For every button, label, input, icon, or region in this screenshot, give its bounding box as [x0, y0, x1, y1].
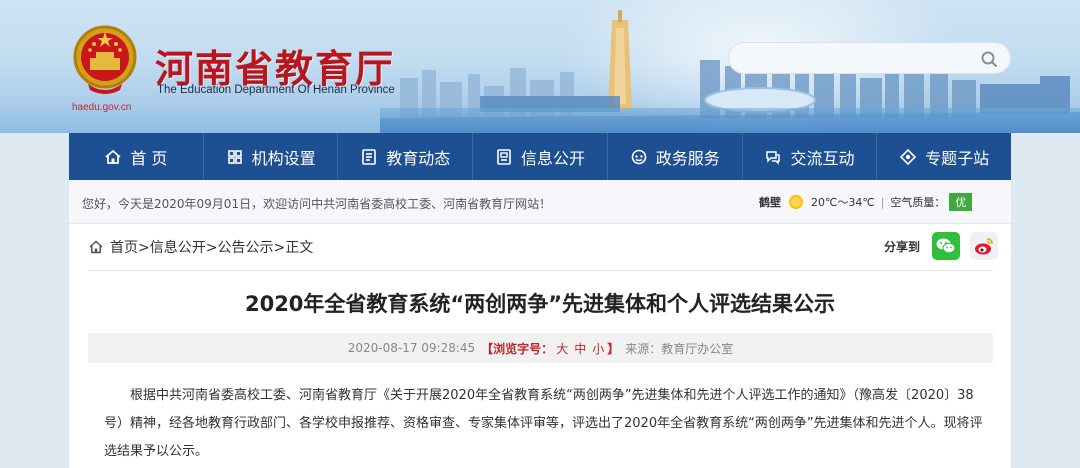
- nav-item-label: 政务服务: [655, 148, 720, 168]
- nav-item-topic[interactable]: 专题子站: [877, 133, 1011, 180]
- weather-temperature: 20℃～34℃: [811, 196, 875, 209]
- article-container: 首页 >信息公开 >公告公示 >正文 分享到 2020年全省教育系统“两创两争”…: [69, 224, 1011, 468]
- article-source: 来源：教育厅办公室: [625, 341, 734, 356]
- breadcrumb-home[interactable]: 首页: [110, 237, 138, 257]
- weather-separator: |: [880, 195, 885, 209]
- interact-icon: [766, 150, 781, 165]
- national-emblem-icon: [73, 25, 137, 94]
- article-meta: 2020-08-17 09:28:45 【浏览字号：大中小】 来源：教育厅办公室: [88, 333, 993, 363]
- site-subtitle: The Education Department Of Henan Provin…: [157, 84, 395, 96]
- info-icon: [497, 148, 511, 165]
- nav-item-service[interactable]: 政务服务: [608, 133, 743, 180]
- nav-item-label: 首 页: [130, 148, 168, 168]
- divider: [88, 270, 993, 271]
- nav-item-org[interactable]: 机构设置: [204, 133, 339, 180]
- home-icon: [105, 149, 121, 164]
- font-size-small[interactable]: 小: [592, 342, 604, 356]
- nav-item-label: 机构设置: [251, 148, 316, 168]
- main-nav: 首 页 机构设置 教育动态 信息公开 政务服务 交流互动 专题子站: [69, 133, 1011, 180]
- nav-item-home[interactable]: 首 页: [69, 133, 204, 180]
- font-size-large[interactable]: 大: [556, 342, 568, 356]
- topic-icon: [900, 148, 917, 165]
- nav-item-label: 交流互动: [790, 148, 855, 168]
- wechat-icon[interactable]: [932, 232, 961, 260]
- article-paragraph: 根据中共河南省委高校工委、河南省教育厅《关于开展2020年全省教育系统“两创两争…: [104, 388, 983, 459]
- header-banner: haedu.gov.cn 河南省教育厅 The Education Depart…: [0, 0, 1080, 133]
- font-size-control: 【浏览字号：大中小】: [481, 340, 619, 357]
- org-icon: [227, 149, 242, 164]
- breadcrumb-current: >正文: [273, 240, 314, 256]
- share-label: 分享到: [884, 239, 921, 254]
- search-input[interactable]: [743, 48, 973, 70]
- welcome-text: 您好，今天是2020年09月01日，欢迎访问中共河南省委高校工委、河南省教育厅网…: [82, 197, 552, 211]
- nav-item-label: 专题子站: [925, 148, 990, 168]
- news-icon: [362, 148, 377, 165]
- nav-item-label: 教育动态: [386, 148, 451, 168]
- font-size-medium[interactable]: 中: [574, 342, 586, 356]
- font-size-suffix: 】: [607, 341, 620, 356]
- sun-icon: [789, 195, 803, 209]
- nav-item-interact[interactable]: 交流互动: [743, 133, 878, 180]
- nav-item-news[interactable]: 教育动态: [338, 133, 474, 180]
- home-icon: [89, 240, 103, 254]
- article-body: 根据中共河南省委高校工委、河南省教育厅《关于开展2020年全省教育系统“两创两争…: [104, 382, 984, 466]
- weather-city: 鹤壁: [759, 196, 781, 209]
- nav-item-label: 信息公开: [521, 148, 586, 168]
- landmark-tower: [608, 10, 632, 110]
- site-url: haedu.gov.cn: [72, 102, 132, 113]
- breadcrumb-announcements[interactable]: >公告公示: [206, 237, 274, 257]
- breadcrumb: 首页 >信息公开 >公告公示 >正文: [88, 237, 313, 257]
- aqi-label: 空气质量：: [890, 196, 946, 209]
- water-reflection: [380, 108, 1080, 133]
- breadcrumb-info-public[interactable]: >信息公开: [138, 237, 206, 257]
- share-bar: 分享到: [884, 232, 999, 260]
- font-size-prefix: 【浏览字号：: [481, 341, 554, 356]
- welcome-bar: 您好，今天是2020年09月01日，欢迎访问中共河南省委高校工委、河南省教育厅网…: [69, 180, 1011, 224]
- article-datetime: 2020-08-17 09:28:45: [347, 341, 476, 355]
- aqi-badge: 优: [949, 193, 973, 211]
- search-icon[interactable]: [980, 50, 998, 68]
- service-icon: [631, 149, 647, 164]
- weather-widget: 鹤壁 20℃～34℃ | 空气质量： 优: [759, 193, 973, 211]
- search-box: [728, 42, 1011, 74]
- article-title: 2020年全省教育系统“两创两争”先进集体和个人评选结果公示: [244, 292, 836, 316]
- weibo-icon[interactable]: [970, 232, 999, 260]
- nav-item-info[interactable]: 信息公开: [473, 133, 608, 180]
